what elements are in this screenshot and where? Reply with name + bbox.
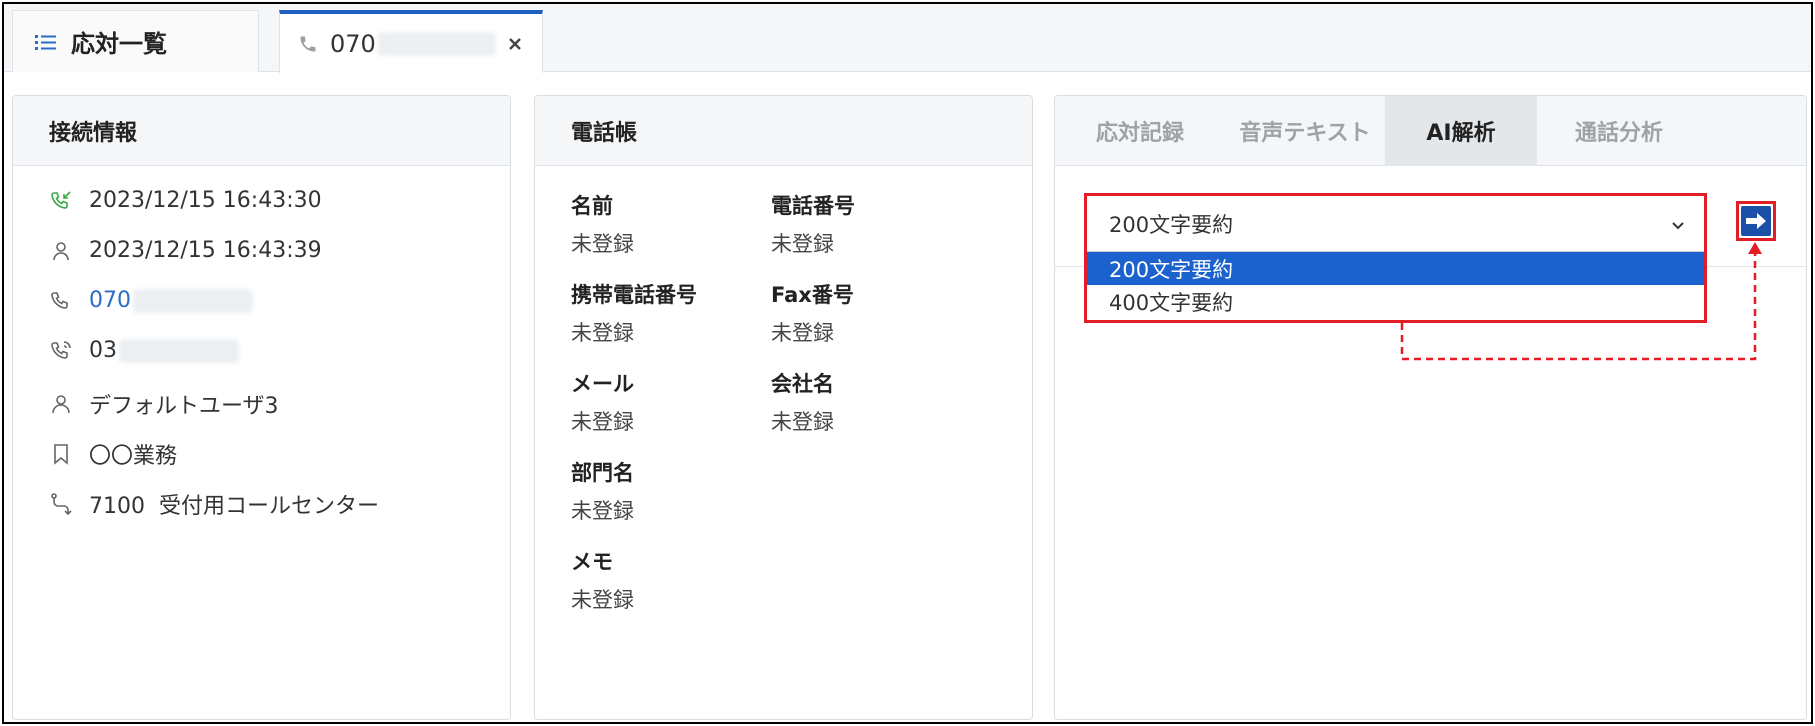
incoming-call-icon [49, 189, 89, 213]
phonebook-panel: 電話帳 名前 未登録 電話番号 未登録 携帯電話番号 未登録 Fax番号 未登録… [534, 95, 1033, 720]
connection-info-panel: 接続情報 2023/12/15 16:43:30 2023/12/15 16:4… [12, 95, 511, 720]
field-label-email: メール [571, 372, 634, 396]
user-name: デフォルトユーザ3 [89, 394, 279, 419]
field-label-memo: メモ [571, 550, 613, 574]
answered-time-row: 2023/12/15 16:43:39 [49, 238, 322, 263]
callee-number: 03 [89, 338, 117, 363]
received-time-row: 2023/12/15 16:43:30 [49, 188, 322, 213]
phonebook-header: 電話帳 [535, 96, 1032, 166]
phone-icon [49, 289, 89, 313]
callee-number-row: 03 [49, 338, 239, 363]
connection-info-header: 接続情報 [13, 96, 510, 166]
field-value-fax: 未登録 [771, 321, 834, 345]
field-label-fax: Fax番号 [771, 283, 854, 307]
tab-active-call-number: 070 [330, 29, 376, 58]
business-name: 〇〇業務 [89, 444, 178, 469]
phonebook-title: 電話帳 [571, 120, 638, 146]
field-value-department: 未登録 [571, 499, 634, 523]
field-label-mobile: 携帯電話番号 [571, 283, 697, 307]
phone-ring-icon [49, 339, 89, 363]
annotation-dashed-arrow [1400, 242, 1762, 361]
field-value-name: 未登録 [571, 232, 634, 256]
list-icon [35, 33, 57, 51]
user-icon [49, 392, 89, 416]
app-window: 応対一覧 070 接続情報 2023/12/15 16:43:30 2023/1… [2, 2, 1813, 724]
answered-time: 2023/12/15 16:43:39 [89, 238, 322, 263]
field-label-department: 部門名 [571, 461, 634, 485]
route-icon [49, 492, 89, 516]
received-time: 2023/12/15 16:43:30 [89, 188, 322, 213]
connection-info-title: 接続情報 [49, 120, 138, 146]
field-label-name: 名前 [571, 194, 613, 218]
caller-number-row: 070 [49, 288, 253, 313]
route-name: 7100 受付用コールセンター [89, 494, 379, 519]
bookmark-icon [49, 442, 89, 466]
tab-call-list[interactable]: 応対一覧 [12, 10, 259, 72]
caller-number-link[interactable]: 070 [89, 288, 131, 313]
business-row: 〇〇業務 [49, 438, 177, 470]
masked-number [133, 288, 253, 313]
masked-number [377, 31, 496, 56]
close-icon[interactable] [508, 37, 522, 51]
field-value-email: 未登録 [571, 410, 634, 434]
masked-number [119, 338, 239, 363]
field-label-phone: 電話番号 [771, 194, 855, 218]
field-value-company: 未登録 [771, 410, 834, 434]
tab-bar: 応対一覧 070 [4, 4, 1811, 73]
field-value-memo: 未登録 [571, 588, 634, 612]
analysis-panel: 応対記録 音声テキスト AI解析 通話分析 200文字要約 200文字要約 40… [1054, 95, 1807, 720]
field-label-company: 会社名 [771, 372, 834, 396]
field-value-phone: 未登録 [771, 232, 834, 256]
route-row: 7100 受付用コールセンター [49, 488, 379, 520]
user-row: デフォルトユーザ3 [49, 388, 279, 420]
tab-call-list-label: 応対一覧 [71, 30, 167, 58]
phone-icon [298, 34, 318, 54]
field-value-mobile: 未登録 [571, 321, 634, 345]
operator-icon [49, 239, 89, 263]
tab-active-call[interactable]: 070 [279, 10, 543, 73]
